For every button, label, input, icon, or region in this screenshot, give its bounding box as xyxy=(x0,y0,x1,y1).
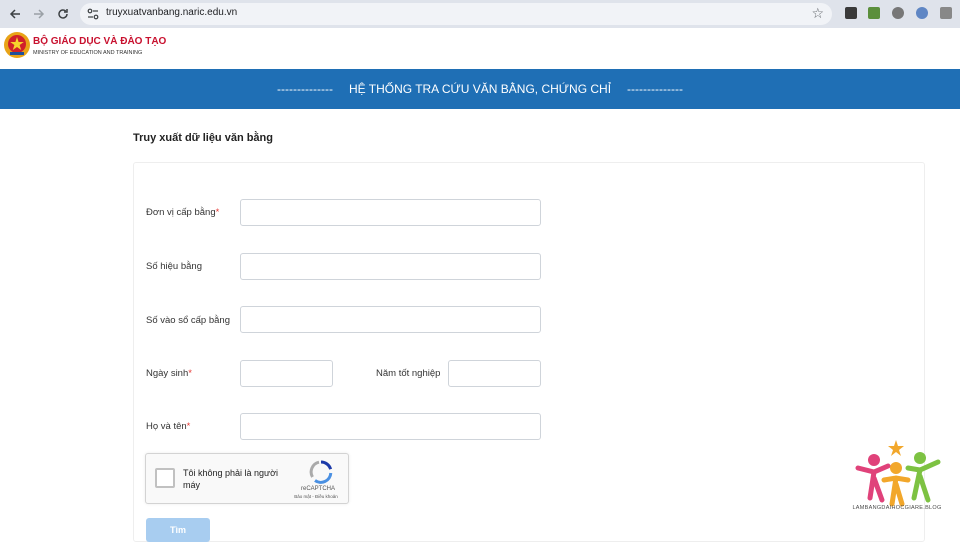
page-title: Truy xuất dữ liệu văn bằng xyxy=(133,132,273,144)
serial-input[interactable] xyxy=(240,253,541,280)
watermark-text: LAMBANGDAIHOCGIARE.BLOG xyxy=(852,505,942,511)
site-info-icon[interactable] xyxy=(86,7,100,21)
ministry-title[interactable]: BỘ GIÁO DỤC VÀ ĐÀO TẠO xyxy=(33,36,166,47)
forward-icon[interactable] xyxy=(30,5,48,23)
national-emblem-icon[interactable] xyxy=(3,31,31,59)
bookmark-star-icon[interactable]: ☆ xyxy=(811,5,824,22)
ministry-subtitle: MINISTRY OF EDUCATION AND TRAINING xyxy=(33,50,143,56)
banner-dashes-left: -------------- xyxy=(277,82,333,96)
ministry-header: BỘ GIÁO DỤC VÀ ĐÀO TẠO MINISTRY OF EDUCA… xyxy=(0,28,960,69)
reload-icon[interactable] xyxy=(54,5,72,23)
recaptcha-widget: Tôi không phải là người máy reCAPTCHA Bả… xyxy=(145,453,349,504)
url-text: truyxuatvanbang.naric.edu.vn xyxy=(106,7,238,18)
extension-puzzle-icon[interactable] xyxy=(940,7,952,19)
recaptcha-logo-icon xyxy=(309,460,333,484)
banner-title: HỆ THỐNG TRA CỨU VĂN BẰNG, CHỨNG CHỈ xyxy=(348,82,612,96)
issuer-input[interactable] xyxy=(240,199,541,226)
fullname-label: Họ và tên* xyxy=(146,421,191,432)
grad-year-label: Năm tốt nghiệp xyxy=(376,368,441,379)
banner-dashes-right: -------------- xyxy=(627,82,683,96)
extension-photo-icon[interactable] xyxy=(868,7,880,19)
recaptcha-links[interactable]: Bảo mật - Điều khoản xyxy=(286,494,346,499)
back-icon[interactable] xyxy=(6,5,24,23)
extension-globe-icon[interactable] xyxy=(892,7,904,19)
extension-link-icon[interactable] xyxy=(916,7,928,19)
recaptcha-checkbox[interactable] xyxy=(155,468,175,488)
recaptcha-brand: reCAPTCHA xyxy=(300,486,335,492)
dob-input[interactable] xyxy=(240,360,333,387)
register-input[interactable] xyxy=(240,306,541,333)
register-label: Số vào sổ cấp bằng xyxy=(146,315,230,326)
issuer-label: Đơn vị cấp bằng* xyxy=(146,207,220,218)
browser-toolbar: truyxuatvanbang.naric.edu.vn ☆ xyxy=(0,0,960,28)
system-banner: -------------- HỆ THỐNG TRA CỨU VĂN BẰNG… xyxy=(0,69,960,109)
address-bar[interactable]: truyxuatvanbang.naric.edu.vn ☆ xyxy=(80,3,832,25)
fullname-input[interactable] xyxy=(240,413,541,440)
search-button[interactable]: Tìm xyxy=(146,518,210,542)
serial-label: Số hiệu bằng xyxy=(146,261,202,272)
dob-label: Ngày sinh* xyxy=(146,368,192,379)
grad-year-input[interactable] xyxy=(448,360,541,387)
extension-pen-icon[interactable] xyxy=(845,7,857,19)
recaptcha-text: Tôi không phải là người máy xyxy=(183,468,278,490)
